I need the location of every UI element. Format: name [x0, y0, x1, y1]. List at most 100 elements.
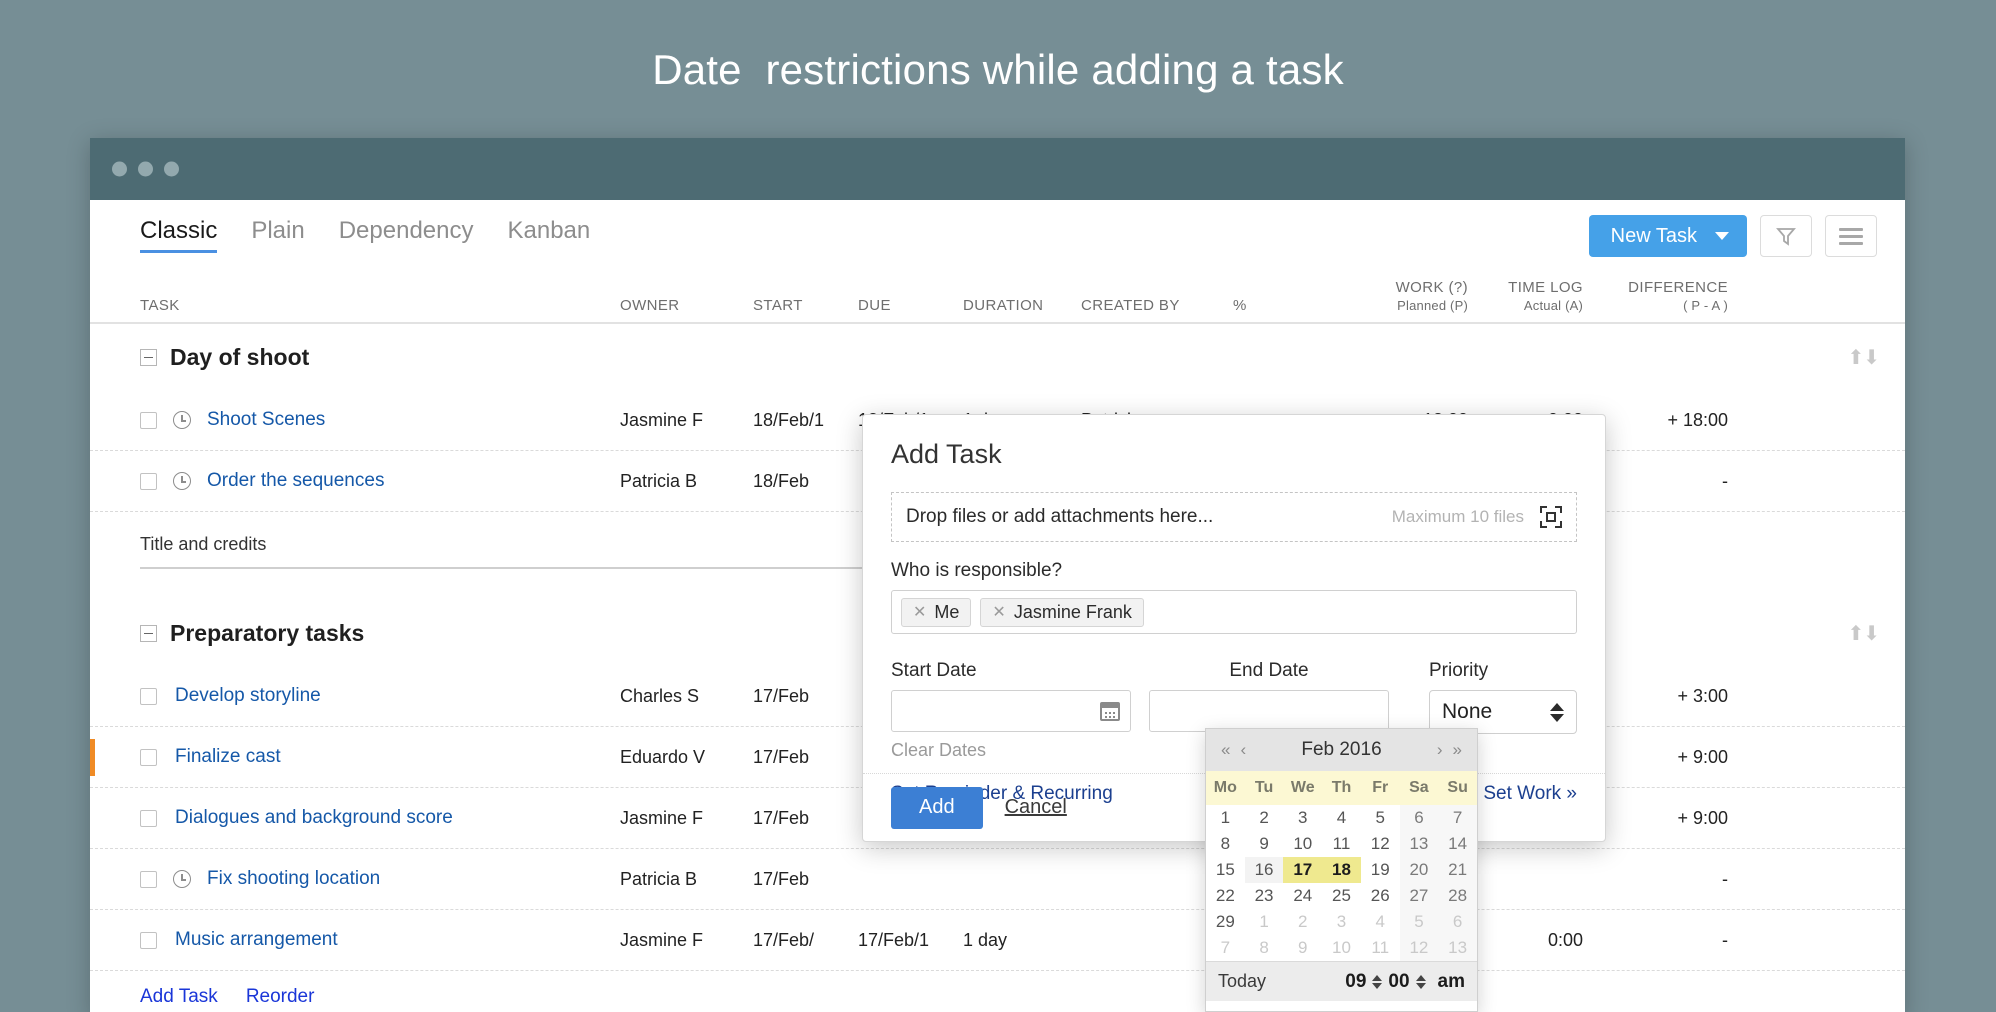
hour-stepper-icon[interactable] — [1372, 975, 1382, 989]
cancel-button[interactable]: Cancel — [1005, 796, 1067, 819]
clear-dates-link[interactable]: Clear Dates — [891, 740, 1131, 761]
task-name-link[interactable]: Order the sequences — [207, 470, 384, 492]
calendar-day[interactable]: 11 — [1361, 935, 1400, 961]
group-header-day-of-shoot[interactable]: Day of shoot ⬆⬇ — [90, 324, 1905, 390]
stepper-icon[interactable] — [1550, 703, 1564, 722]
calendar-day[interactable]: 7 — [1206, 935, 1245, 961]
calendar-day[interactable]: 5 — [1400, 909, 1439, 935]
new-task-button[interactable]: New Task — [1589, 215, 1747, 257]
expand-icon[interactable] — [1540, 506, 1562, 528]
calendar-day[interactable]: 29 — [1206, 909, 1245, 935]
task-name-link[interactable]: Fix shooting location — [207, 868, 380, 890]
last-month-icon[interactable]: » — [1448, 740, 1467, 760]
ampm-value[interactable]: am — [1438, 971, 1465, 993]
col-header-due[interactable]: DUE — [858, 297, 963, 314]
calendar-day[interactable]: 15 — [1206, 857, 1245, 883]
calendar-day[interactable]: 4 — [1361, 909, 1400, 935]
tab-kanban[interactable]: Kanban — [507, 219, 590, 253]
hour-value[interactable]: 09 — [1345, 971, 1366, 993]
table-row[interactable]: Fix shooting location Patricia B 17/Feb … — [90, 849, 1905, 910]
task-name-link[interactable]: Music arrangement — [175, 929, 338, 951]
calendar-day[interactable]: 8 — [1245, 935, 1284, 961]
month-label[interactable]: Feb 2016 — [1251, 739, 1432, 761]
col-header-task[interactable]: TASK — [90, 297, 620, 314]
calendar-day[interactable]: 13 — [1400, 831, 1439, 857]
task-checkbox[interactable] — [140, 688, 157, 705]
calendar-day[interactable]: 16 — [1245, 857, 1284, 883]
minute-stepper-icon[interactable] — [1416, 975, 1426, 989]
calendar-day[interactable]: 18 — [1322, 857, 1361, 883]
remove-icon[interactable]: ✕ — [992, 602, 1005, 622]
calendar-day[interactable]: 10 — [1322, 935, 1361, 961]
prev-month-icon[interactable]: ‹ — [1235, 740, 1251, 760]
calendar-day[interactable]: 14 — [1438, 831, 1477, 857]
task-name-link[interactable]: Dialogues and background score — [175, 807, 453, 829]
col-header-difference[interactable]: DIFFERENCE ( P - A ) — [1583, 279, 1728, 314]
col-header-percent[interactable]: % — [1233, 297, 1373, 314]
calendar-day[interactable]: 28 — [1438, 883, 1477, 909]
col-header-timelog[interactable]: TIME LOG Actual (A) — [1468, 279, 1583, 314]
calendar-day[interactable]: 1 — [1245, 909, 1284, 935]
calendar-day[interactable]: 8 — [1206, 831, 1245, 857]
collapse-icon[interactable] — [140, 349, 157, 366]
calendar-day[interactable]: 24 — [1283, 883, 1322, 909]
tab-plain[interactable]: Plain — [251, 219, 304, 253]
calendar-day[interactable]: 10 — [1283, 831, 1322, 857]
calendar-day[interactable]: 1 — [1206, 805, 1245, 831]
menu-button[interactable] — [1825, 215, 1877, 257]
task-checkbox[interactable] — [140, 932, 157, 949]
sort-arrows-icon[interactable]: ⬆⬇ — [1847, 347, 1879, 369]
calendar-day[interactable]: 26 — [1361, 883, 1400, 909]
responsible-input[interactable]: ✕ Me ✕ Jasmine Frank — [891, 590, 1577, 634]
start-date-input[interactable] — [891, 690, 1131, 732]
task-checkbox[interactable] — [140, 412, 157, 429]
task-name-link[interactable]: Finalize cast — [175, 746, 281, 768]
calendar-day[interactable]: 6 — [1400, 805, 1439, 831]
calendar-icon[interactable] — [1100, 702, 1120, 721]
tab-dependency[interactable]: Dependency — [339, 219, 474, 253]
calendar-day[interactable]: 17 — [1283, 857, 1322, 883]
calendar-day[interactable]: 12 — [1400, 935, 1439, 961]
close-dot[interactable] — [112, 162, 127, 177]
calendar-day[interactable]: 20 — [1400, 857, 1439, 883]
add-task-link[interactable]: Add Task — [140, 986, 218, 1008]
next-month-icon[interactable]: › — [1432, 740, 1448, 760]
calendar-day[interactable]: 5 — [1361, 805, 1400, 831]
task-checkbox[interactable] — [140, 749, 157, 766]
calendar-day[interactable]: 21 — [1438, 857, 1477, 883]
col-header-owner[interactable]: OWNER — [620, 297, 753, 314]
file-dropzone[interactable]: Drop files or add attachments here... Ma… — [891, 492, 1577, 542]
calendar-day[interactable]: 9 — [1245, 831, 1284, 857]
calendar-day[interactable]: 27 — [1400, 883, 1439, 909]
minute-value[interactable]: 00 — [1388, 971, 1409, 993]
task-checkbox[interactable] — [140, 473, 157, 490]
today-button[interactable]: Today — [1218, 971, 1266, 992]
minimize-dot[interactable] — [138, 162, 153, 177]
filter-button[interactable] — [1760, 215, 1812, 257]
table-row[interactable]: Music arrangement Jasmine F 17/Feb/ 17/F… — [90, 910, 1905, 971]
calendar-day[interactable]: 25 — [1322, 883, 1361, 909]
remove-icon[interactable]: ✕ — [913, 602, 926, 622]
calendar-day[interactable]: 2 — [1283, 909, 1322, 935]
reorder-link[interactable]: Reorder — [246, 986, 315, 1008]
calendar-day[interactable]: 23 — [1245, 883, 1284, 909]
col-header-work[interactable]: WORK (?) Planned (P) — [1373, 279, 1468, 314]
assignee-chip-me[interactable]: ✕ Me — [901, 598, 971, 627]
calendar-day[interactable]: 12 — [1361, 831, 1400, 857]
calendar-day[interactable]: 6 — [1438, 909, 1477, 935]
calendar-day[interactable]: 2 — [1245, 805, 1284, 831]
collapse-icon[interactable] — [140, 625, 157, 642]
calendar-day[interactable]: 7 — [1438, 805, 1477, 831]
col-header-duration[interactable]: DURATION — [963, 297, 1081, 314]
task-checkbox[interactable] — [140, 871, 157, 888]
first-month-icon[interactable]: « — [1216, 740, 1235, 760]
calendar-day[interactable]: 3 — [1283, 805, 1322, 831]
end-date-input[interactable] — [1149, 690, 1389, 732]
calendar-day[interactable]: 22 — [1206, 883, 1245, 909]
calendar-day[interactable]: 3 — [1322, 909, 1361, 935]
add-button[interactable]: Add — [891, 787, 983, 829]
sort-arrows-icon[interactable]: ⬆⬇ — [1847, 623, 1879, 645]
tab-classic[interactable]: Classic — [140, 219, 217, 253]
task-checkbox[interactable] — [140, 810, 157, 827]
maximize-dot[interactable] — [164, 162, 179, 177]
